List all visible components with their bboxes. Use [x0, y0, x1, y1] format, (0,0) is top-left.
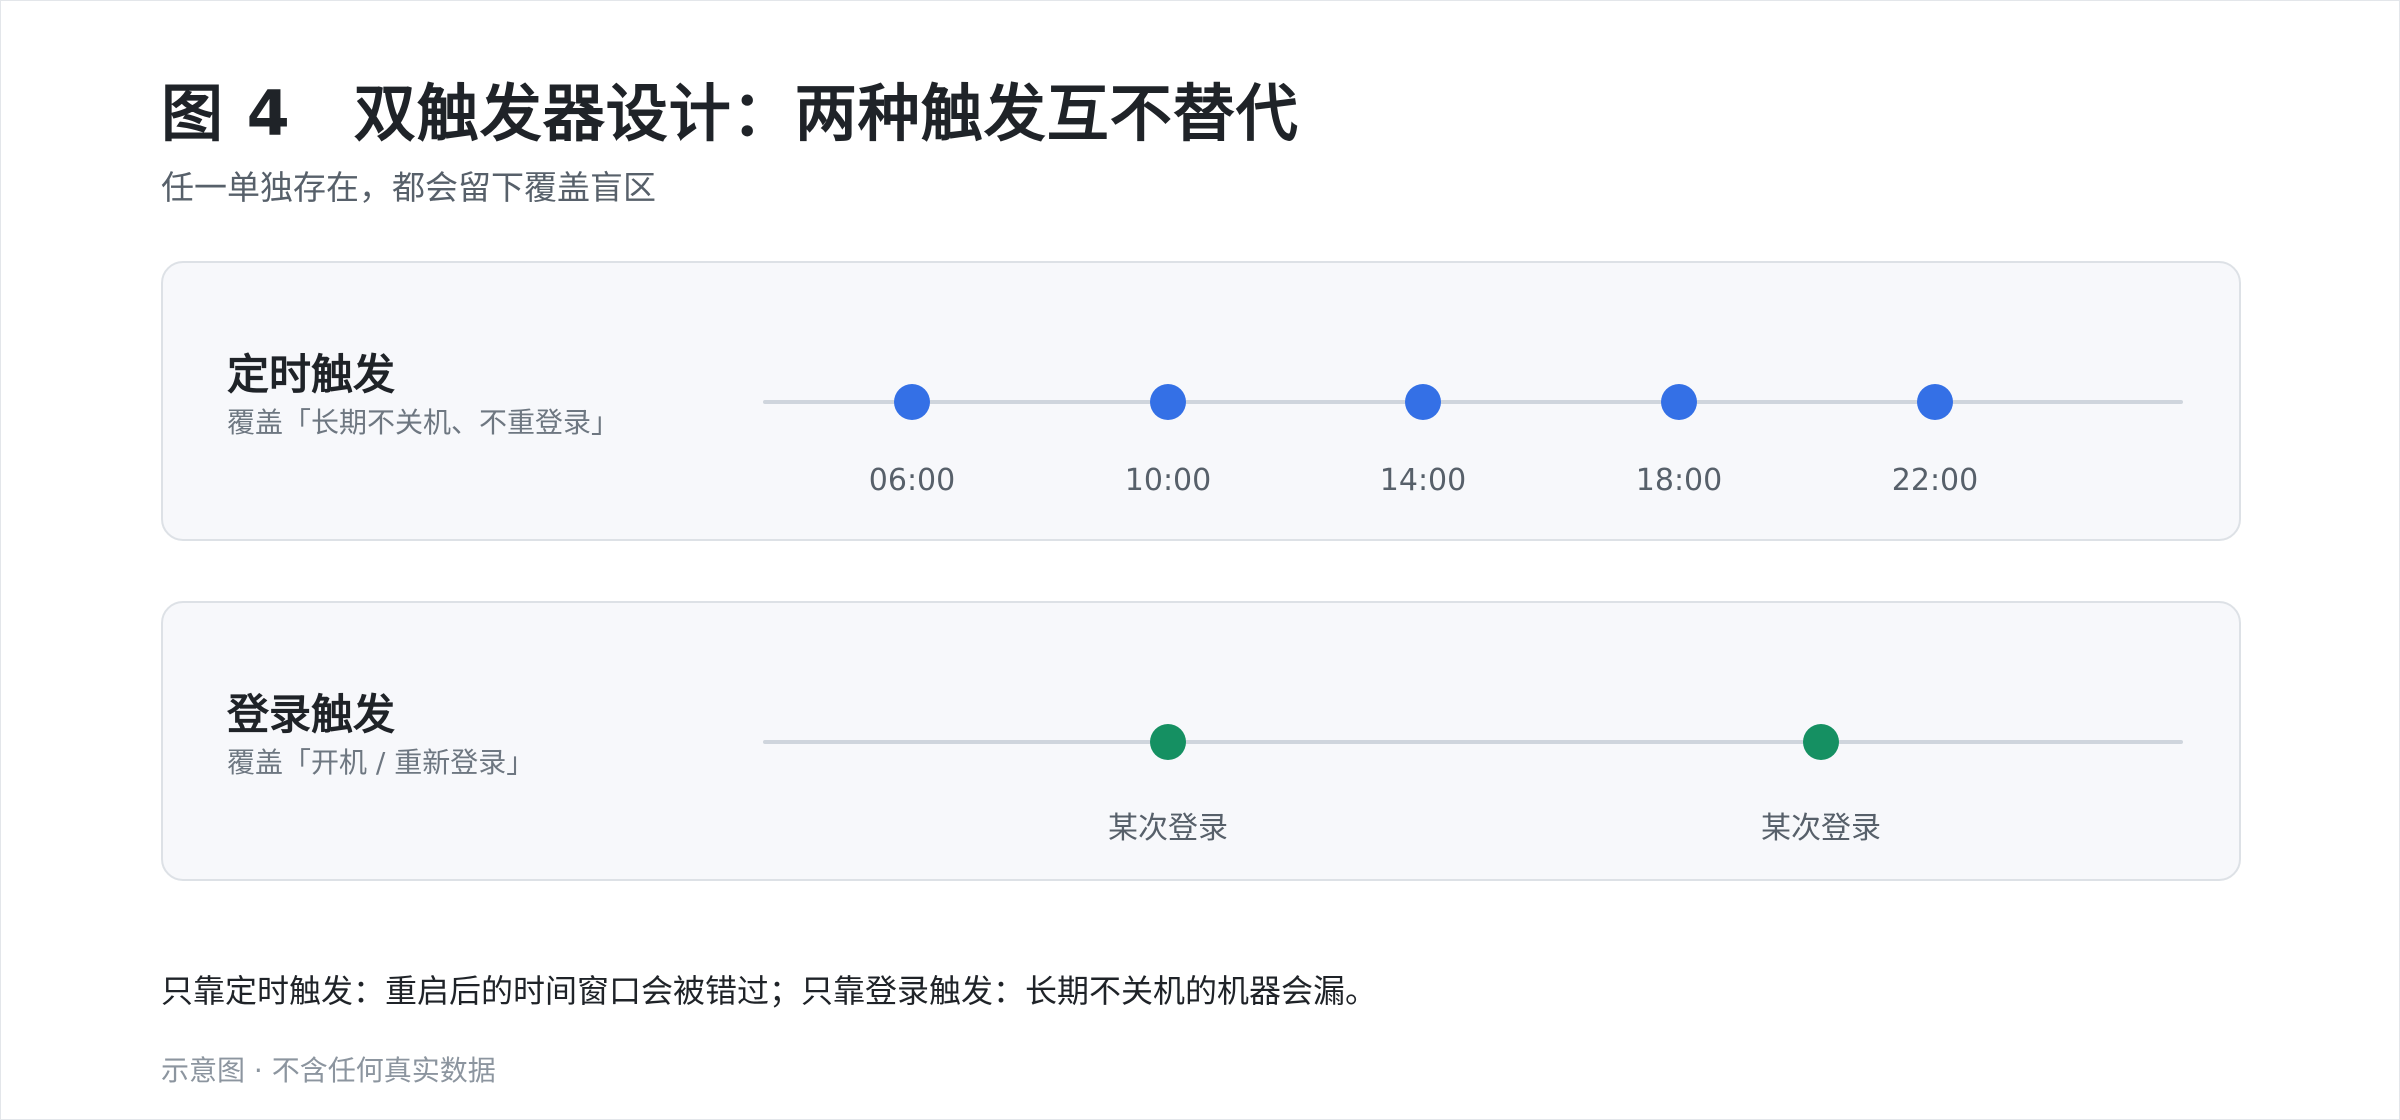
panel-description: 覆盖「长期不关机、不重登录」: [227, 406, 620, 439]
page-title: 图 4 双触发器设计：两种触发互不替代: [161, 77, 1299, 150]
event-dot: [1917, 384, 1953, 420]
scheduled-trigger-panel: 定时触发 覆盖「长期不关机、不重登录」 06:00 10:00 14:00 18:00…: [161, 261, 2241, 541]
event-label: 06:00: [868, 463, 956, 498]
event-label: 18:00: [1635, 463, 1723, 498]
login-trigger-panel: 登录触发 覆盖「开机 / 重新登录」 某次登录 某次登录: [161, 601, 2241, 881]
event-dot: [1803, 724, 1839, 760]
footer-disclaimer: 示意图 · 不含任何真实数据: [161, 1054, 496, 1087]
event-label: 某次登录: [1761, 811, 1881, 846]
timeline-axis-line: [763, 400, 2183, 404]
scheduled-timeline: 06:00 10:00 14:00 18:00 22:00: [763, 263, 2183, 543]
panel-title: 登录触发: [227, 690, 396, 739]
event-dot: [1150, 384, 1186, 420]
event-dot: [894, 384, 930, 420]
diagram-page: 图 4 双触发器设计：两种触发互不替代 任一单独存在，都会留下覆盖盲区 定时触发…: [0, 0, 2400, 1120]
timeline-axis-line: [763, 740, 2183, 744]
page-subtitle: 任一单独存在，都会留下覆盖盲区: [161, 168, 656, 207]
panel-title: 定时触发: [227, 350, 396, 399]
login-timeline: 某次登录 某次登录: [763, 603, 2183, 883]
panel-description: 覆盖「开机 / 重新登录」: [227, 746, 535, 779]
event-dot: [1661, 384, 1697, 420]
event-dot: [1150, 724, 1186, 760]
event-dot: [1405, 384, 1441, 420]
conclusion-note: 只靠定时触发：重启后的时间窗口会被错过；只靠登录触发：长期不关机的机器会漏。: [161, 972, 1378, 1010]
event-label: 14:00: [1379, 463, 1467, 498]
event-label: 某次登录: [1108, 811, 1228, 846]
event-label: 22:00: [1891, 463, 1979, 498]
